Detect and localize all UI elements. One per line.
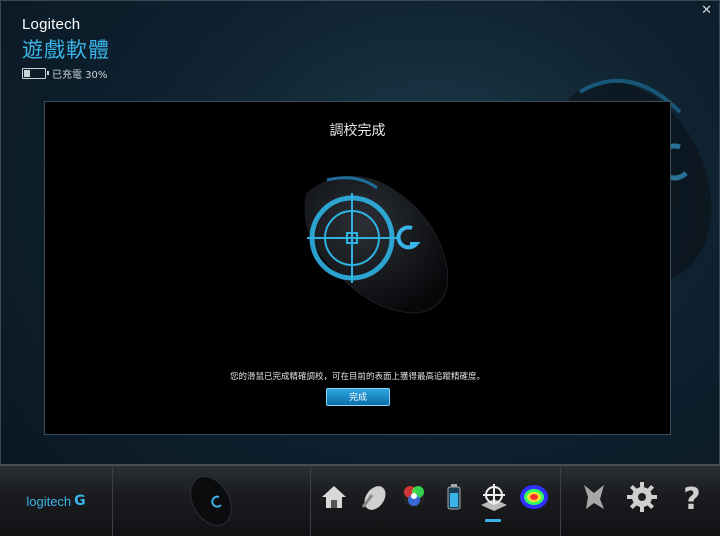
surface-tuning-icon[interactable]	[478, 481, 510, 513]
arx-control-icon[interactable]	[578, 481, 610, 513]
done-button[interactable]: 完成	[326, 388, 390, 406]
help-icon[interactable]: ?	[676, 481, 708, 513]
calibration-panel: 調校完成 您的滑鼠已完成精確調校，可在目前的表面上獲得最高追蹤精確度。 完成	[44, 101, 671, 435]
header: Logitech 遊戲軟體 已充電 30%	[22, 16, 110, 81]
settings-gear-icon[interactable]	[626, 481, 658, 513]
app-title: 遊戲軟體	[22, 38, 110, 62]
heatmap-icon[interactable]	[518, 481, 550, 513]
mouse-calibration-image	[304, 175, 449, 314]
device-selector[interactable]	[112, 466, 311, 536]
battery-status: 已充電 30%	[22, 66, 110, 81]
logitech-logo[interactable]: logitech G	[0, 466, 113, 536]
battery-icon	[22, 68, 49, 79]
battery-text: 已充電 30%	[52, 70, 108, 81]
active-tab-indicator	[485, 519, 501, 522]
home-icon[interactable]	[318, 481, 350, 513]
close-button[interactable]: ✕	[701, 3, 712, 18]
brand-name: Logitech	[22, 16, 81, 33]
lighting-icon[interactable]	[398, 481, 430, 513]
bottom-toolbar: logitech G ?	[0, 464, 720, 536]
calibration-message: 您的滑鼠已完成精確調校，可在目前的表面上獲得最高追蹤精確度。	[229, 372, 485, 382]
svg-text:?: ?	[683, 482, 700, 513]
logitech-g-icon: G	[74, 493, 86, 509]
battery-icon[interactable]	[438, 481, 470, 513]
panel-title: 調校完成	[329, 123, 386, 139]
pointer-settings-icon[interactable]	[358, 481, 390, 513]
mouse-device-icon	[190, 476, 232, 526]
logo-text: logitech	[26, 493, 72, 509]
